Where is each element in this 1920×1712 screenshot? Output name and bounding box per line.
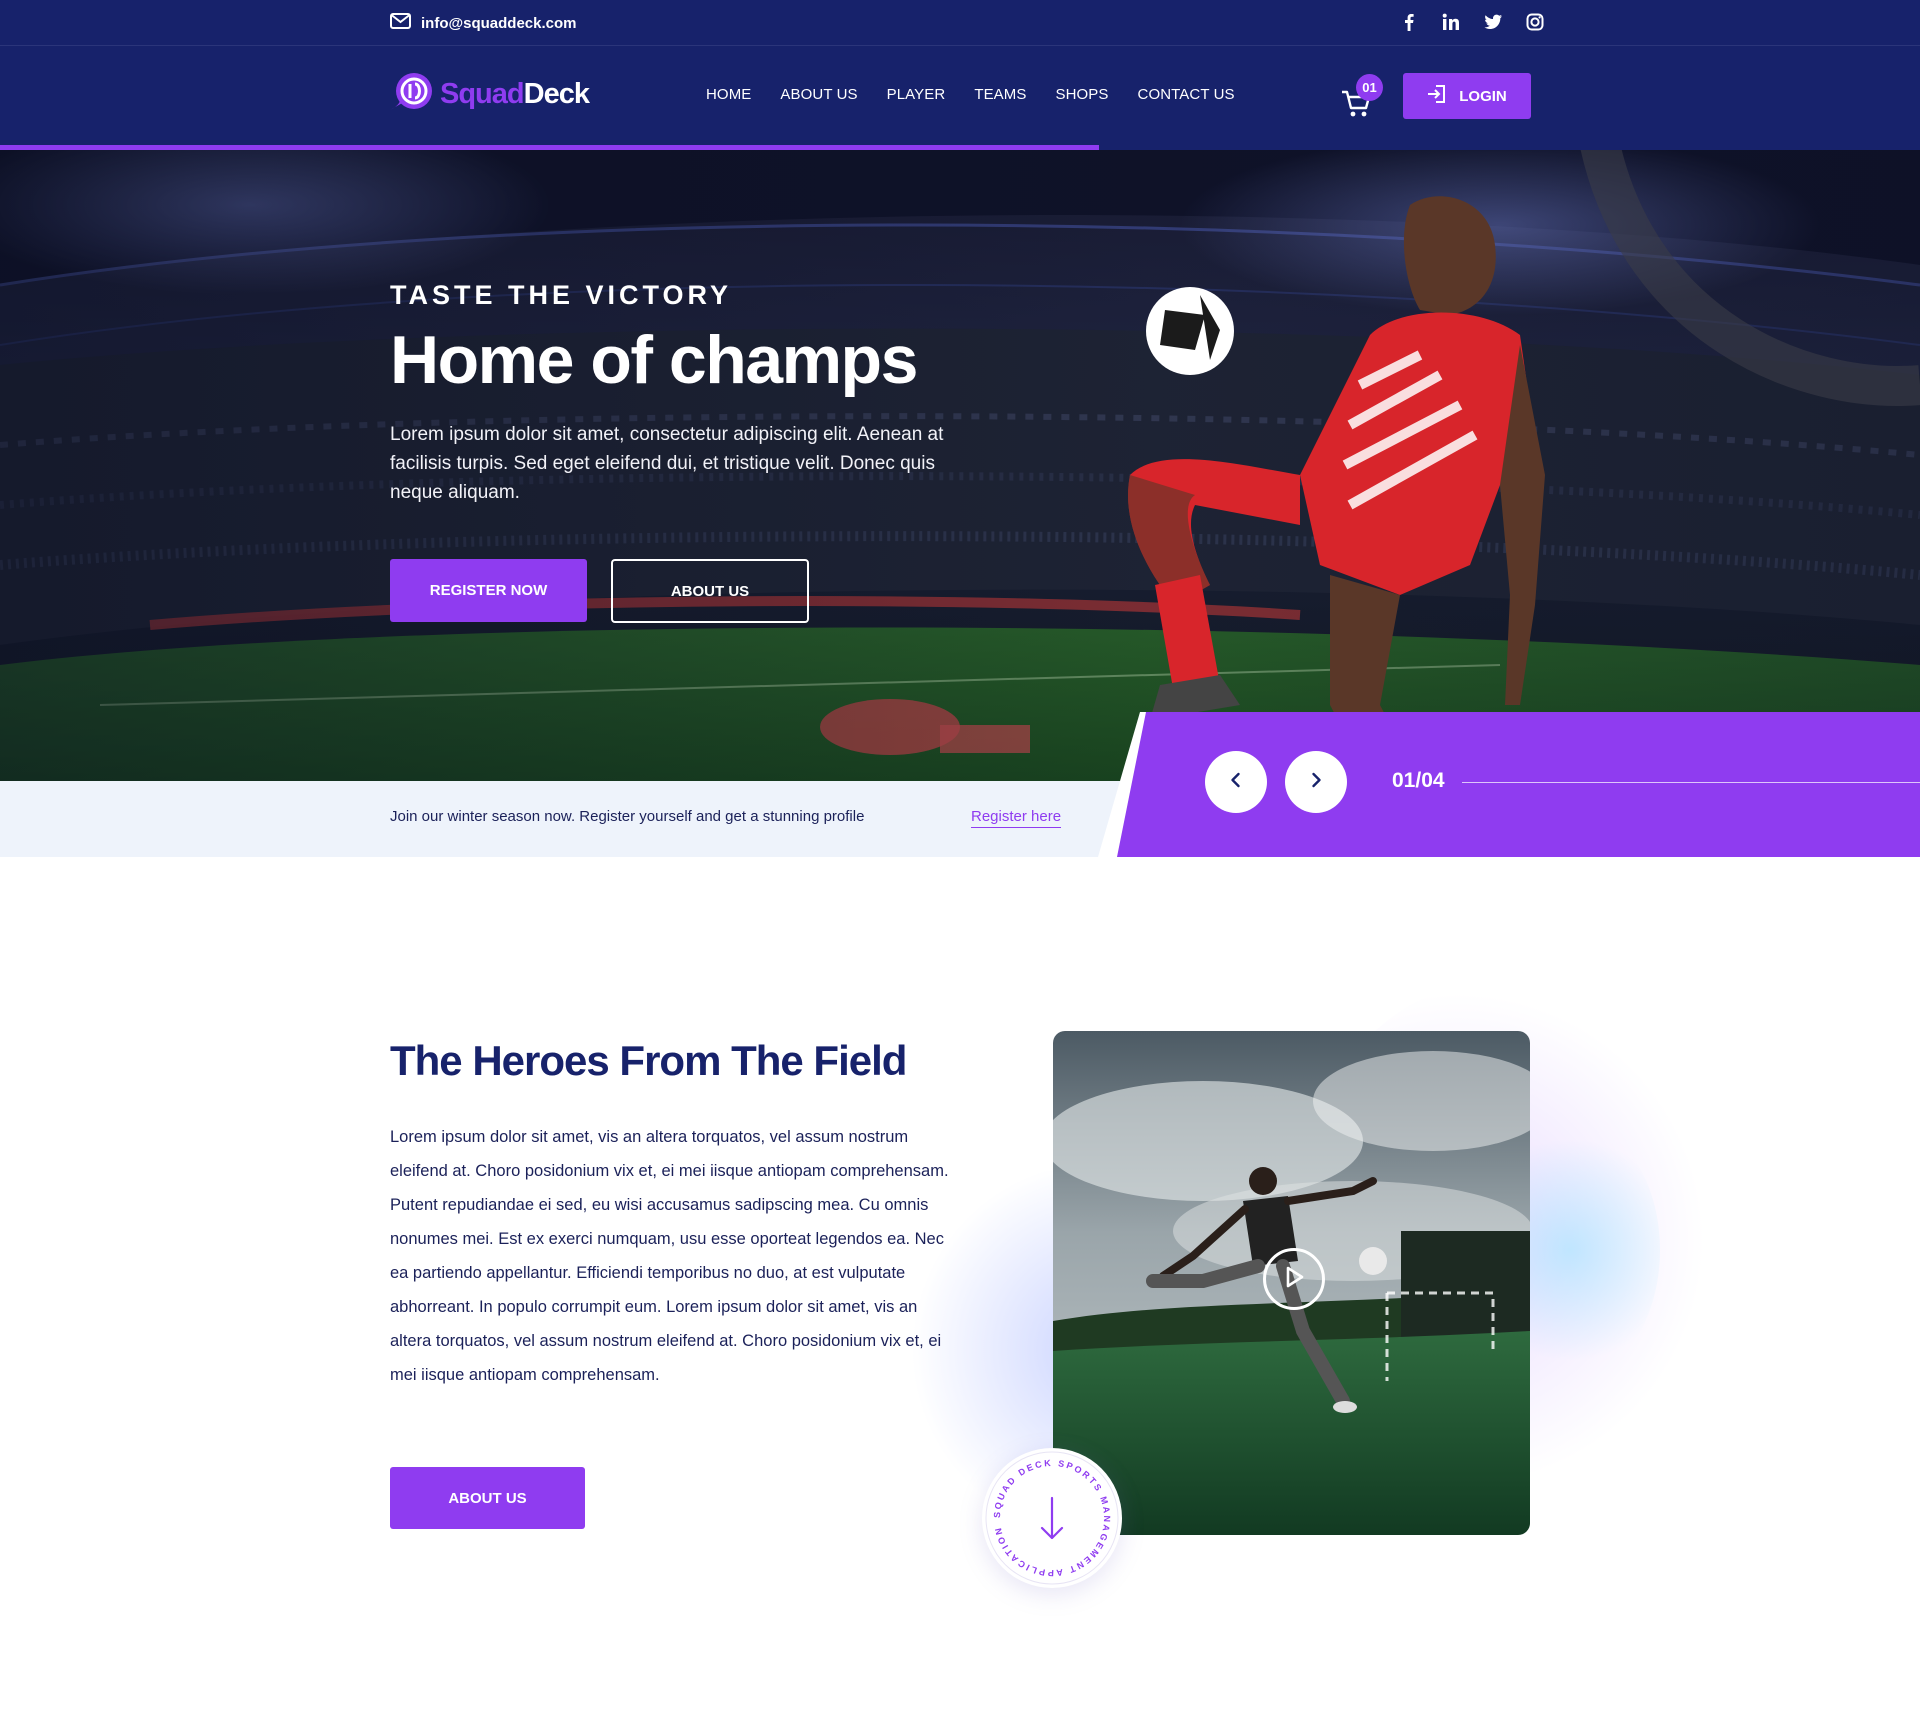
hero-description: Lorem ipsum dolor sit amet, consectetur … (390, 423, 944, 503)
chevron-left-icon (1227, 771, 1245, 794)
section-title: The Heroes From The Field (390, 1037, 907, 1084)
slide-progress-line (1462, 782, 1920, 783)
hero-title: Home of champs (390, 322, 918, 398)
hero-kicker: TASTE THE VICTORY (390, 280, 733, 310)
about-us-button[interactable]: ABOUT US (390, 1467, 585, 1529)
hero-progress-bar (0, 145, 1920, 150)
hero-text-block: TASTE THE VICTORY Home of champs Lorem i… (390, 280, 990, 507)
slide-counter: 01/04 (1392, 769, 1445, 792)
play-icon (1283, 1265, 1305, 1294)
hero-about-button[interactable]: ABOUT US (611, 559, 809, 623)
arrow-down-icon (1040, 1496, 1064, 1540)
play-video-button[interactable] (1263, 1248, 1325, 1310)
prev-slide-button[interactable] (1205, 751, 1267, 813)
circular-text-badge: SQUAD DECK SPORTS MANAGEMENT APPLICATION (985, 1451, 1119, 1585)
scroll-down-seal[interactable]: SQUAD DECK SPORTS MANAGEMENT APPLICATION (982, 1448, 1122, 1588)
register-now-button[interactable]: REGISTER NOW (390, 559, 587, 622)
section-body: Lorem ipsum dolor sit amet, vis an alter… (390, 1128, 949, 1384)
chevron-right-icon (1307, 771, 1325, 794)
next-slide-button[interactable] (1285, 751, 1347, 813)
